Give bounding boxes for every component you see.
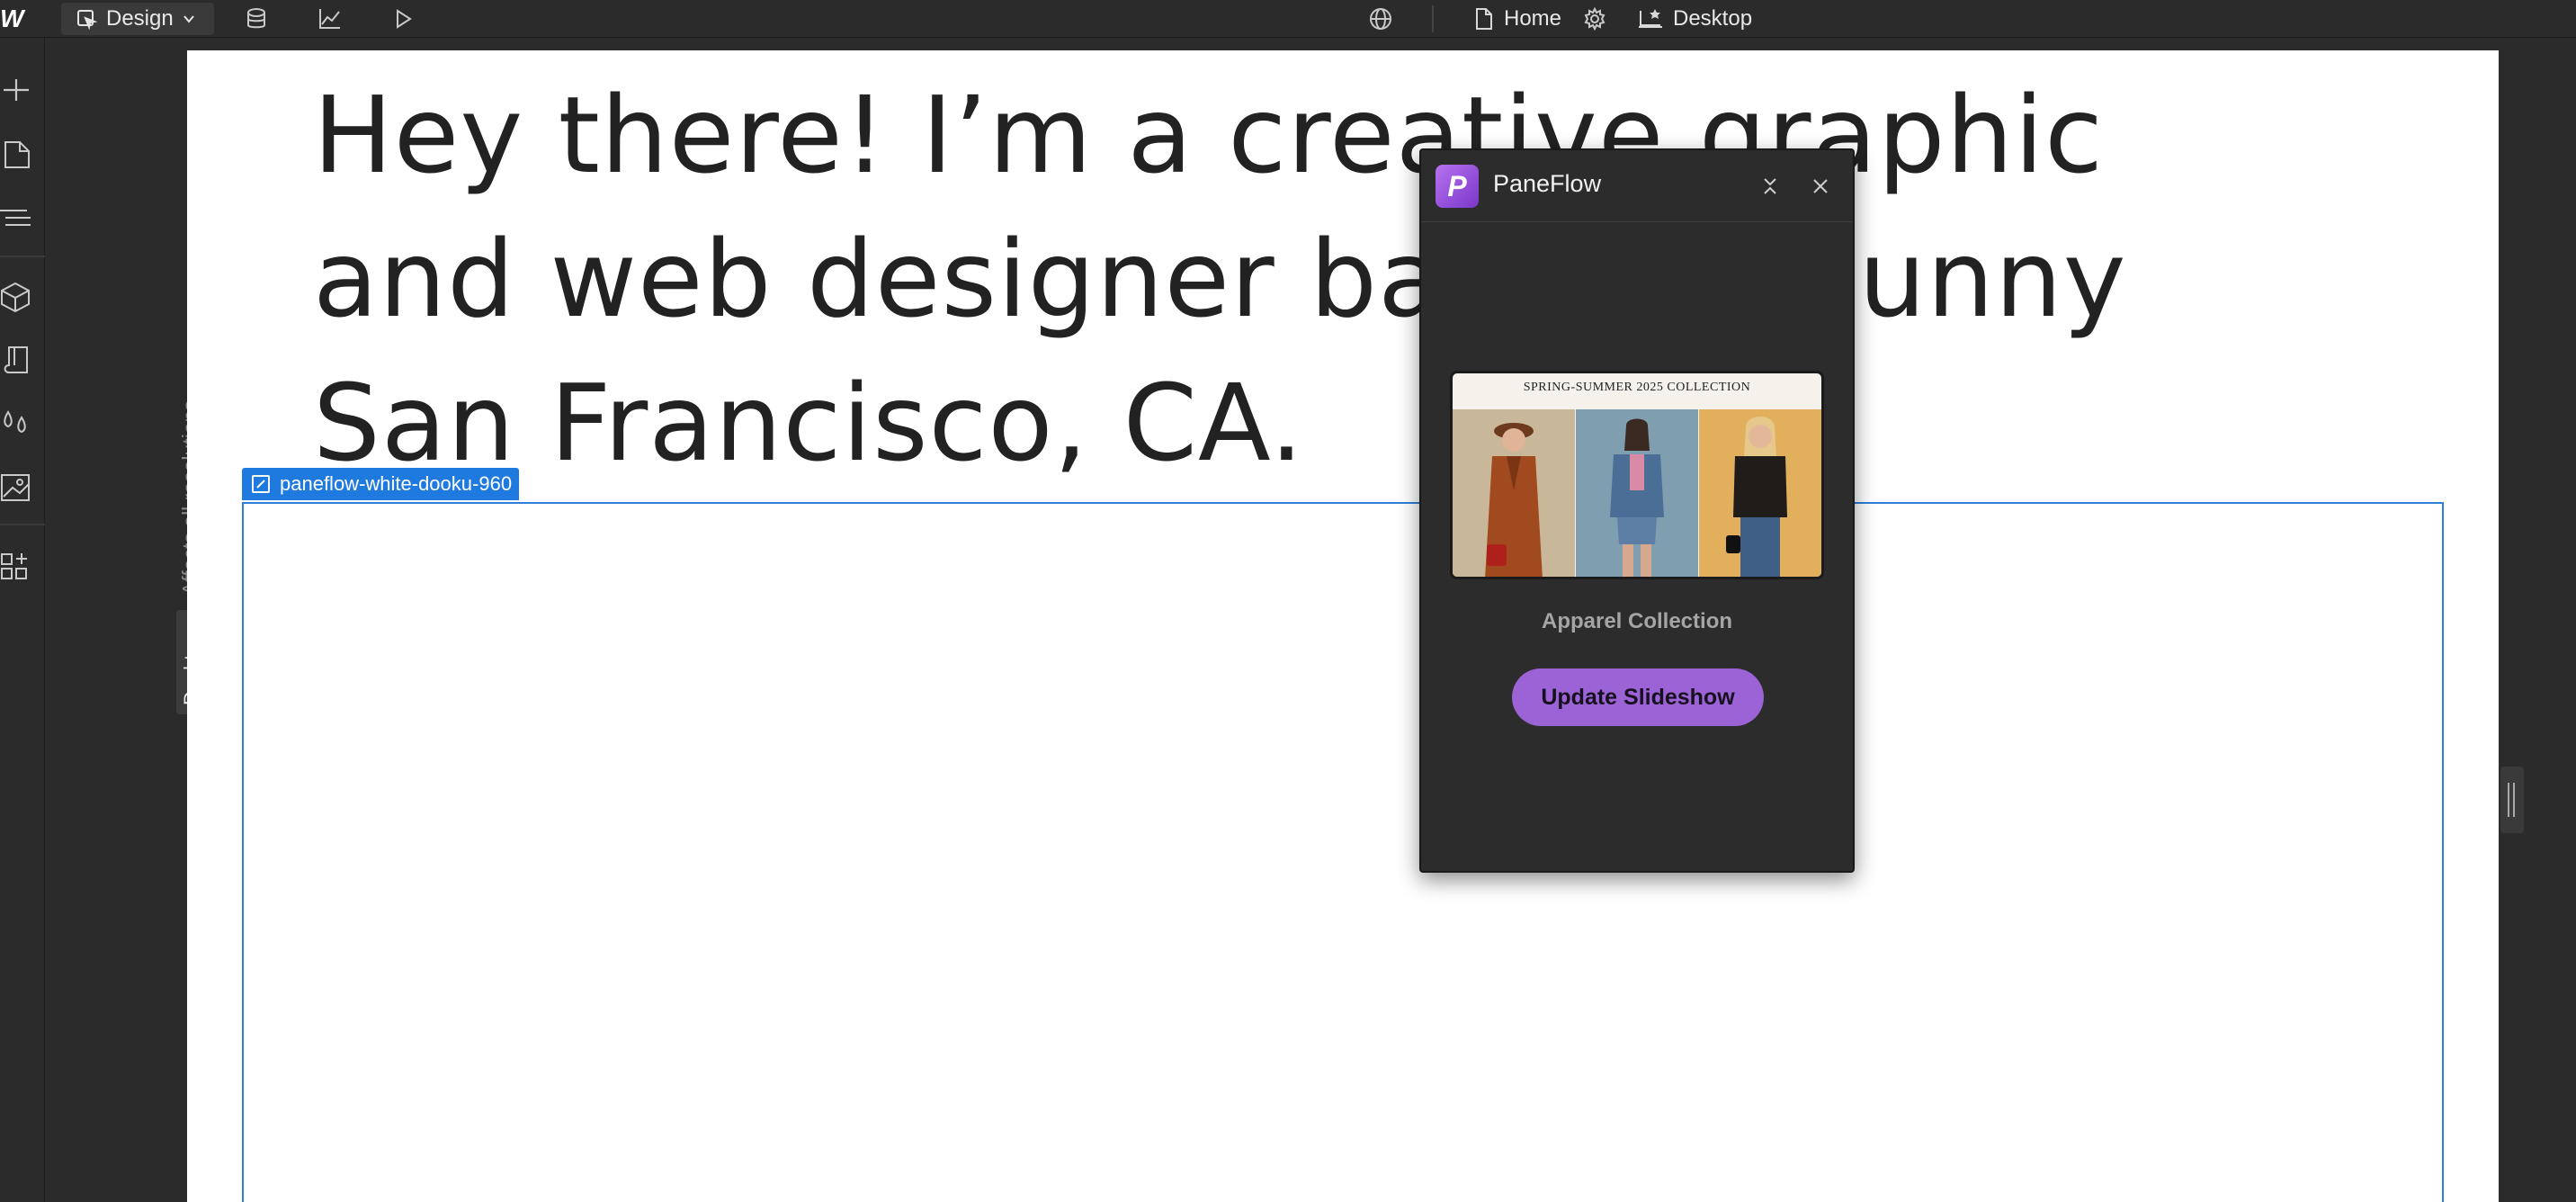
chevron-down-icon [183,15,194,23]
desktop-icon [1639,9,1662,28]
components-icon[interactable] [0,281,31,313]
gear-icon[interactable] [1581,5,1608,32]
page-label: Home [1504,6,1562,31]
style-icon[interactable] [0,344,31,376]
edit-icon [252,475,270,493]
webflow-designer: W Design Home Desktop Hey there! I’m a c… [0,0,2576,1202]
database-icon[interactable] [243,5,270,32]
model-photo [1699,409,1821,577]
breakpoint-label: Desktop [1673,6,1753,31]
assets-icon[interactable] [0,471,31,504]
panel-title: PaneFlow [1493,170,1602,197]
breakpoint-rail: Affects all resolutions Desktop [45,38,209,1202]
thumbnail-caption: SPRING-SUMMER 2025 COLLECTION [1523,381,1751,394]
design-mode-label: Design [106,6,174,31]
resize-handle[interactable] [2500,767,2524,833]
add-icon[interactable] [0,74,31,106]
globe-icon[interactable] [1367,5,1394,32]
selected-element-tag[interactable]: paneflow-white-dooku-960 [242,468,520,500]
play-icon[interactable] [389,5,416,32]
model-photo [1453,409,1575,577]
apps-icon[interactable] [0,551,31,583]
design-mode-button[interactable]: Design [61,3,214,35]
variables-icon[interactable] [0,407,31,439]
top-toolbar: W Design Home Desktop [0,0,2576,38]
leftbar-divider [0,256,45,257]
model-photo [1576,409,1698,577]
update-slideshow-button[interactable]: Update Slideshow [1512,668,1764,726]
close-icon[interactable] [1806,172,1835,201]
leftbar-divider [0,524,45,525]
headline-line: and web designer based in sunny [313,217,2127,341]
page-icon [1476,8,1492,30]
pages-icon[interactable] [0,139,31,171]
cursor-icon [77,10,97,30]
headline-line: San Francisco, CA. [313,361,1305,485]
panel-header[interactable]: P PaneFlow [1421,150,1853,222]
collection-thumbnail[interactable]: SPRING-SUMMER 2025 COLLECTION [1450,371,1824,579]
collection-name: Apparel Collection [1541,609,1733,633]
page-selector[interactable]: Home [1473,0,1561,38]
selected-element-frame[interactable] [242,502,2444,1202]
left-toolbar [0,38,45,1202]
headline-line: Hey there! I’m a creative graphic [313,73,2105,197]
app-logo[interactable]: W [0,5,36,32]
navigator-icon[interactable] [0,202,31,234]
paneflow-panel: P PaneFlow SPRING-SUMMER 2025 COLLECTION [1419,148,1855,873]
hero-headline[interactable]: Hey there! I’m a creative graphic and we… [313,63,2382,495]
collapse-icon[interactable] [1756,172,1784,201]
breakpoint-selector[interactable]: Desktop [1637,0,1752,38]
analytics-icon[interactable] [317,5,344,32]
design-canvas[interactable]: Hey there! I’m a creative graphic and we… [187,50,2499,1202]
paneflow-logo: P [1436,165,1479,208]
selected-element-label: paneflow-white-dooku-960 [280,472,513,495]
toolbar-divider [1432,5,1434,32]
